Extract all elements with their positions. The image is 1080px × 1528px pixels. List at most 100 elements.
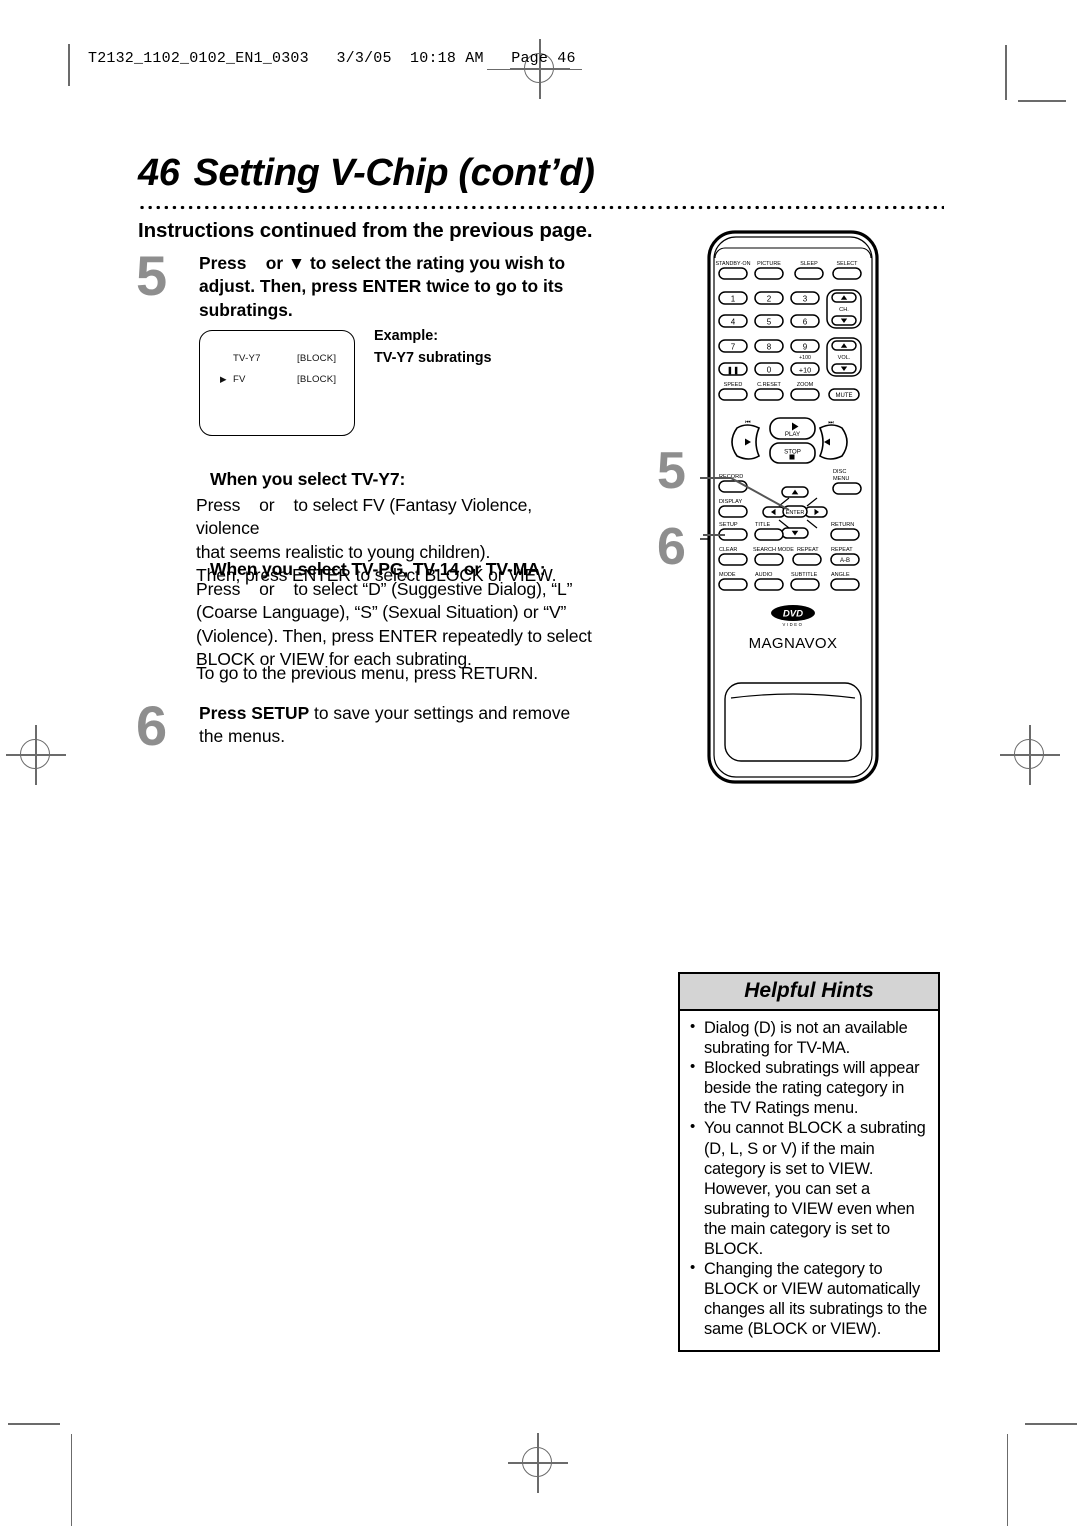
hint-item: Dialog (D) is not an available subrating… bbox=[689, 1017, 929, 1058]
btn-label-speed: SPEED bbox=[724, 382, 743, 388]
svg-text:4: 4 bbox=[731, 318, 736, 327]
helpful-hints-heading: Helpful Hints bbox=[680, 974, 938, 1011]
example-caption: Example: TV-Y7 subratings bbox=[374, 325, 492, 369]
step-6-text: Press SETUP to save your settings and re… bbox=[199, 702, 599, 749]
btn-label-plus-100: +100 bbox=[799, 355, 811, 361]
btn-label-clear: CLEAR bbox=[719, 547, 737, 553]
tv-row-name-1: FV bbox=[233, 374, 246, 385]
btn-label-menu: MENU bbox=[833, 476, 849, 482]
btn-label-audio: AUDIO bbox=[755, 572, 773, 578]
example-label: Example: bbox=[374, 328, 438, 344]
crop-mark-top-left-v bbox=[68, 44, 70, 86]
svg-text:DVD: DVD bbox=[783, 608, 803, 619]
step-5-text: Press or ▼ to select the rating you wish… bbox=[199, 253, 566, 320]
crop-mark-bottom-left-v bbox=[71, 1434, 73, 1526]
hint-item: Blocked subratings will appear beside th… bbox=[689, 1057, 929, 1118]
repeat-button bbox=[792, 553, 822, 566]
audio-button bbox=[754, 578, 784, 591]
sleep-button bbox=[794, 267, 824, 280]
crop-mark-bottom-right-h bbox=[1025, 1423, 1077, 1425]
svg-text:5: 5 bbox=[767, 318, 772, 327]
angle-button bbox=[830, 578, 860, 591]
callout-6: 6 bbox=[657, 518, 686, 576]
btn-label-ab: A-B bbox=[840, 558, 850, 564]
crop-mark-top-right-h bbox=[1018, 100, 1066, 102]
btn-label-enter: ENTER bbox=[786, 510, 805, 516]
search-mode-button bbox=[754, 553, 784, 566]
c-reset-button bbox=[754, 388, 784, 401]
svg-text:2: 2 bbox=[767, 295, 772, 304]
btn-label-sleep: SLEEP bbox=[800, 261, 818, 267]
mode-button bbox=[718, 578, 748, 591]
registration-mark-bottom bbox=[508, 1433, 568, 1493]
btn-label-play: PLAY bbox=[785, 431, 800, 438]
svg-text:❚❚: ❚❚ bbox=[727, 366, 739, 375]
svg-text:8: 8 bbox=[767, 343, 772, 352]
display-button bbox=[718, 505, 748, 518]
standby-on-button bbox=[718, 267, 748, 280]
disc-menu-button bbox=[832, 482, 862, 495]
registration-mark-right bbox=[1000, 725, 1060, 785]
crop-mark-bottom-right-v bbox=[1007, 1434, 1009, 1526]
hint-item: Changing the category to BLOCK or VIEW a… bbox=[689, 1258, 929, 1339]
picture-button bbox=[754, 267, 784, 280]
btn-label-return: RETURN bbox=[831, 522, 854, 528]
page-title-text: Setting V-Chip (cont’d) bbox=[193, 152, 595, 194]
svg-text:9: 9 bbox=[803, 343, 808, 352]
svg-text:1: 1 bbox=[731, 295, 736, 304]
step-6-bold-lead: Press SETUP bbox=[199, 703, 310, 723]
svg-text:VIDEO: VIDEO bbox=[782, 622, 803, 627]
title-divider bbox=[138, 205, 944, 210]
registration-mark-left bbox=[6, 725, 66, 785]
btn-label-standby-on: STANDBY·ON bbox=[716, 261, 751, 267]
brand-name: MAGNAVOX bbox=[749, 635, 838, 652]
remote-control-illustration: STANDBY·ON PICTURE SLEEP SELECT 123 456 … bbox=[703, 228, 883, 786]
btn-label-display: DISPLAY bbox=[719, 499, 742, 505]
page-number: 46 bbox=[138, 152, 180, 194]
hint-item: You cannot BLOCK a subrating (D, L, S or… bbox=[689, 1117, 929, 1259]
step-6-number: 6 bbox=[136, 694, 168, 757]
btn-label-search-mode: SEARCH MODE bbox=[753, 547, 794, 553]
zoom-button bbox=[790, 388, 820, 401]
slug-rule bbox=[487, 69, 582, 71]
btn-label-ch: CH. bbox=[839, 307, 849, 313]
btn-label-subtitle: SUBTITLE bbox=[791, 572, 818, 578]
speed-button bbox=[718, 388, 748, 401]
step-5-number: 5 bbox=[136, 244, 168, 307]
helpful-hints-list: Dialog (D) is not an available subrating… bbox=[680, 1011, 938, 1350]
btn-label-mute: MUTE bbox=[836, 393, 853, 399]
btn-label-vol: VOL. bbox=[838, 355, 851, 361]
tv-screen-example: TV-Y7 [BLOCK] ▶ FV [BLOCK] bbox=[199, 330, 355, 436]
svg-text:3: 3 bbox=[803, 295, 808, 304]
btn-label-c-reset: C.RESET bbox=[757, 382, 781, 388]
subheading: Instructions continued from the previous… bbox=[138, 219, 593, 242]
tv-row-value-0: [BLOCK] bbox=[297, 353, 337, 364]
select-button bbox=[832, 267, 862, 280]
btn-label-picture: PICTURE bbox=[757, 261, 781, 267]
slug-line: T2132_1102_0102_EN1_0303 3/3/05 10:18 AM… bbox=[88, 50, 576, 67]
return-note: To go to the previous menu, press RETURN… bbox=[196, 663, 538, 683]
btn-label-repeat-ab: REPEAT bbox=[831, 547, 853, 553]
btn-label-select: SELECT bbox=[837, 261, 859, 267]
subtitle-button bbox=[790, 578, 820, 591]
tvpg-body: Press or to select “D” (Suggestive Dialo… bbox=[196, 579, 592, 670]
tv-row-name-0: TV-Y7 bbox=[233, 353, 261, 364]
callout-5: 5 bbox=[657, 442, 686, 500]
tvy7-section: When you select TV-Y7: bbox=[196, 468, 596, 491]
btn-label-repeat: REPEAT bbox=[797, 547, 819, 553]
btn-label-stop: STOP bbox=[784, 449, 801, 456]
record-button bbox=[718, 480, 748, 493]
title-button bbox=[754, 528, 784, 541]
btn-label-angle: ANGLE bbox=[831, 572, 850, 578]
tvy7-heading: When you select TV-Y7: bbox=[210, 469, 406, 489]
crop-mark-bottom-left-h bbox=[8, 1423, 60, 1425]
clear-button bbox=[718, 553, 748, 566]
btn-label-title: TITLE bbox=[755, 522, 770, 528]
tv-row-marker-1: ▶ bbox=[220, 374, 227, 384]
helpful-hints-box: Helpful Hints Dialog (D) is not an avail… bbox=[678, 972, 940, 1352]
return-button bbox=[830, 528, 860, 541]
page-title: 46 Setting V-Chip (cont’d) bbox=[138, 152, 595, 195]
btn-label-setup: SETUP bbox=[719, 522, 738, 528]
svg-text:+10: +10 bbox=[799, 366, 811, 375]
example-subratings-label: TV-Y7 subratings bbox=[374, 350, 492, 366]
